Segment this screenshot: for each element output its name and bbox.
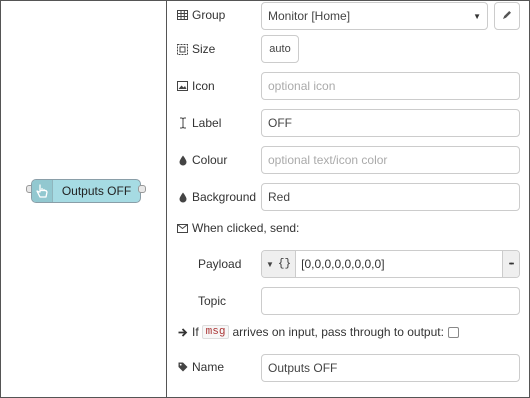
background-row: Background — [177, 183, 256, 211]
size-label: Size — [192, 42, 216, 56]
colour-row: Colour — [177, 146, 227, 174]
passthrough-checkbox[interactable] — [447, 326, 459, 338]
resize-icon — [177, 43, 188, 55]
size-row: Size — [177, 35, 215, 63]
label-input[interactable]: OFF — [261, 109, 520, 137]
arrow-right-icon — [177, 327, 188, 338]
label-label: Label — [192, 116, 222, 130]
tint-icon — [177, 192, 188, 203]
flow-node[interactable]: Outputs OFF — [31, 179, 141, 203]
topic-label: Topic — [198, 294, 227, 308]
when-clicked-label: When clicked, send: — [192, 221, 300, 235]
expand-editor-button[interactable]: ••• — [502, 251, 519, 277]
table-icon — [177, 10, 188, 21]
topic-input[interactable] — [261, 287, 520, 315]
text-cursor-icon — [177, 117, 188, 129]
passthrough-text: arrives on input, pass through to output… — [232, 325, 444, 339]
payload-label: Payload — [198, 257, 242, 271]
image-icon — [177, 81, 188, 92]
json-type-icon: {} — [277, 258, 292, 270]
panel-divider — [166, 1, 167, 397]
size-button[interactable]: auto — [261, 35, 299, 63]
passthrough-row: If msg arrives on input, pass through to… — [177, 318, 459, 346]
payload-value: [0,0,0,0,0,0,0,0] — [301, 257, 385, 271]
passthrough-prefix: If — [192, 325, 199, 339]
hand-pointer-icon — [32, 180, 53, 202]
tag-icon — [177, 362, 188, 373]
group-row: Group — [177, 1, 225, 29]
colour-input[interactable]: optional text/icon color — [261, 146, 520, 174]
background-input[interactable]: Red — [261, 183, 520, 211]
topic-row: Topic — [198, 287, 226, 315]
edit-group-button[interactable] — [494, 2, 520, 30]
node-edit-panel: Outputs OFF Group Monitor [Home] ▼ Size … — [0, 0, 530, 398]
name-row: Name — [177, 353, 224, 381]
node-label: Outputs OFF — [61, 184, 132, 198]
tint-icon — [177, 155, 188, 166]
caret-down-icon: ▼ — [266, 259, 274, 269]
icon-row: Icon — [177, 72, 215, 100]
node-output-port[interactable] — [138, 185, 146, 193]
payload-type-selector[interactable]: ▼ {} — [262, 251, 297, 277]
payload-row: Payload — [198, 250, 241, 278]
pencil-icon — [502, 9, 512, 23]
envelope-icon — [177, 223, 188, 234]
colour-label: Colour — [192, 153, 228, 167]
name-input[interactable]: Outputs OFF — [261, 354, 520, 382]
when-clicked-row: When clicked, send: — [177, 214, 299, 242]
background-label: Background — [192, 190, 257, 204]
icon-label: Icon — [192, 79, 215, 93]
group-select[interactable]: Monitor [Home] ▼ — [261, 2, 488, 30]
group-label: Group — [192, 8, 226, 22]
name-label: Name — [192, 360, 225, 374]
caret-down-icon: ▼ — [473, 11, 481, 21]
msg-code: msg — [201, 325, 230, 339]
payload-input[interactable]: ▼ {} [0,0,0,0,0,0,0,0] ••• — [261, 250, 520, 278]
label-row: Label — [177, 109, 221, 137]
icon-input[interactable]: optional icon — [261, 72, 520, 100]
